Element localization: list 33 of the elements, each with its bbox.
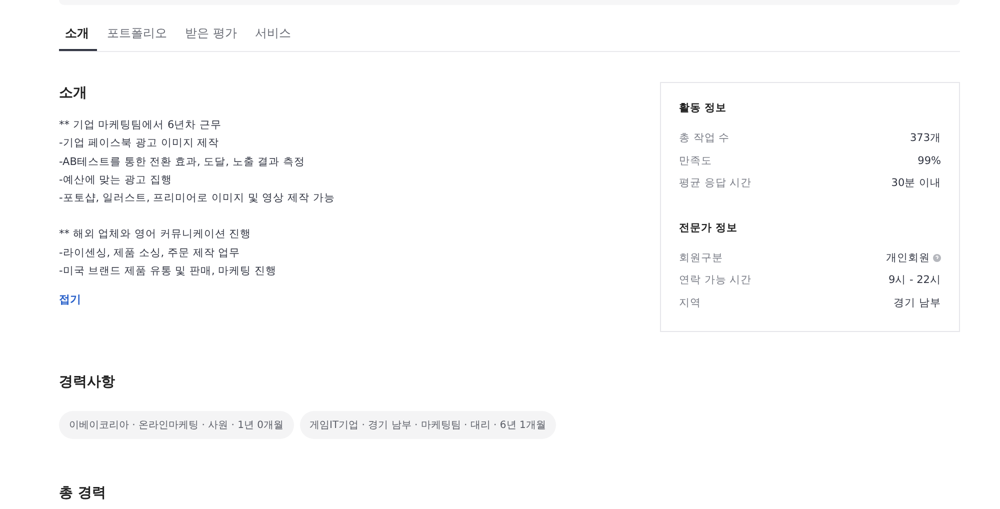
info-value: 99% <box>918 154 941 167</box>
description-line: -라이센싱, 제품 소싱, 주문 제작 업무 <box>59 246 242 261</box>
info-label: 회원구분 <box>679 250 723 265</box>
description-line: -AB테스트를 통한 전환 효과, 도달, 노출 결과 측정 <box>59 154 306 170</box>
info-value: 경기 남부 <box>894 296 941 310</box>
section-title: 총 경력 <box>59 484 107 504</box>
description-line: -포토샵, 일러스트, 프리미어로 이미지 및 영상 제작 가능 <box>59 191 336 206</box>
info-label: 총 작업 수 <box>679 131 730 146</box>
tab[interactable]: 받은 평가 <box>177 5 245 51</box>
career-tag: 게임IT기업 · 경기 남부 · 마케팅팀 · 대리 · 6년 1개월 <box>300 411 556 440</box>
description-line: -기업 페이스북 광고 이미지 제작 <box>59 136 220 152</box>
collapse-link[interactable]: 접기 <box>59 292 81 308</box>
career-tag: 이베이코리아 · 온라인마케팅 · 사원 · 1년 0개월 <box>59 411 294 440</box>
info-value: 30분 이내 <box>891 176 941 190</box>
tab[interactable]: 소개 <box>59 5 97 51</box>
section-title: 경력사항 <box>59 373 116 392</box>
info-value: 9시 - 22시 <box>888 273 941 288</box>
info-label: 연락 가능 시간 <box>679 273 752 288</box>
description-line: ** 해외 업체와 영어 커뮤니케이션 진행 <box>59 227 252 242</box>
info-value: 개인회원 <box>886 250 930 265</box>
description-line: -예산에 맞는 광고 집행 <box>59 172 173 188</box>
description-line: ** 기업 마케팅팀에서 6년차 근무 <box>59 118 223 133</box>
description-line: -미국 브랜드 제품 유통 및 판매, 마케팅 진행 <box>59 264 278 280</box>
card-section-title: 활동 정보 <box>679 101 728 115</box>
section-title: 소개 <box>59 84 88 103</box>
tab[interactable]: 포트폴리오 <box>99 5 175 51</box>
tab[interactable]: 서비스 <box>246 5 299 51</box>
info-value: 373개 <box>910 131 941 146</box>
info-label: 평균 응답 시간 <box>679 176 752 190</box>
info-label: 지역 <box>679 296 701 310</box>
info-label: 만족도 <box>679 154 712 168</box>
card-section-title: 전문가 정보 <box>679 220 739 234</box>
help-icon[interactable] <box>933 254 941 262</box>
